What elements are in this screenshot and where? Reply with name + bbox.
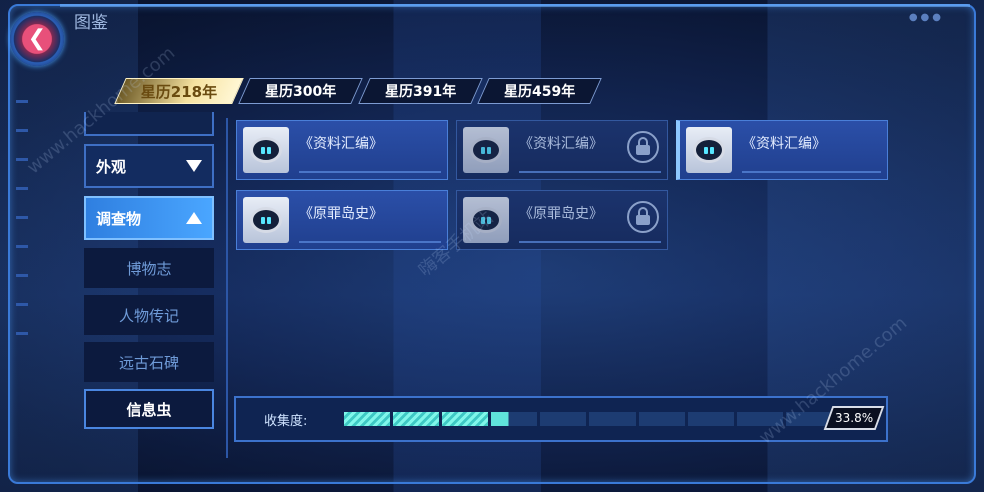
divider bbox=[226, 118, 228, 458]
expand-down-icon bbox=[186, 160, 202, 172]
back-button[interactable]: ❮ bbox=[10, 12, 64, 66]
robot-thumbnail bbox=[243, 127, 289, 173]
sidebar-sub-natural-history[interactable]: 博物志 bbox=[84, 248, 214, 288]
frame-top-glow bbox=[60, 4, 970, 7]
page-title: 图鉴 bbox=[74, 13, 108, 33]
progress-segment bbox=[491, 412, 538, 426]
progress-segment bbox=[687, 412, 734, 426]
sidebar-sub-info-bugs[interactable]: 信息虫 bbox=[84, 389, 214, 429]
item-card[interactable]: 《原罪岛史》 bbox=[236, 190, 448, 250]
collapse-up-icon bbox=[186, 212, 202, 224]
item-card-locked[interactable]: 《资料汇编》 bbox=[456, 120, 668, 180]
progress-segment bbox=[393, 412, 440, 426]
progress-segment bbox=[589, 412, 636, 426]
item-card[interactable]: 《资料汇编》 bbox=[236, 120, 448, 180]
tab-year-300[interactable]: 星历300年 bbox=[238, 78, 364, 104]
progress-segment bbox=[442, 412, 489, 426]
collection-percent-badge: 33.8% bbox=[823, 406, 885, 430]
sidebar-sub-biographies[interactable]: 人物传记 bbox=[84, 295, 214, 335]
sidebar-item-investigation[interactable]: 调查物 bbox=[84, 196, 214, 240]
tab-year-459[interactable]: 星历459年 bbox=[476, 78, 602, 104]
menu-dots-icon: ●●● bbox=[908, 12, 944, 23]
item-grid: 《资料汇编》 《资料汇编》 《资料汇编》 《原罪岛史》 《原罪岛史》 bbox=[236, 120, 896, 380]
tab-year-391[interactable]: 星历391年 bbox=[357, 78, 483, 104]
sidebar: 外观 调查物 博物志 人物传记 远古石碑 信息虫 bbox=[84, 112, 216, 436]
robot-thumbnail bbox=[243, 197, 289, 243]
progress-segment bbox=[638, 412, 685, 426]
left-rail-decoration bbox=[16, 100, 30, 361]
robot-thumbnail bbox=[463, 127, 509, 173]
progress-bar bbox=[344, 412, 832, 426]
robot-thumbnail bbox=[686, 127, 732, 173]
sidebar-sub-ancient-steles[interactable]: 远古石碑 bbox=[84, 342, 214, 382]
sidebar-item-appearance[interactable]: 外观 bbox=[84, 144, 214, 188]
progress-segment bbox=[344, 412, 391, 426]
lock-icon bbox=[627, 201, 659, 233]
collection-label: 收集度: bbox=[264, 414, 308, 429]
back-arrow-icon: ❮ bbox=[27, 26, 47, 51]
progress-segment bbox=[540, 412, 587, 426]
item-card-selected[interactable]: 《资料汇编》 bbox=[676, 120, 888, 180]
year-tabs: 星历218年 星历300年 星历391年 星历459年 bbox=[114, 78, 602, 104]
lock-icon bbox=[627, 131, 659, 163]
